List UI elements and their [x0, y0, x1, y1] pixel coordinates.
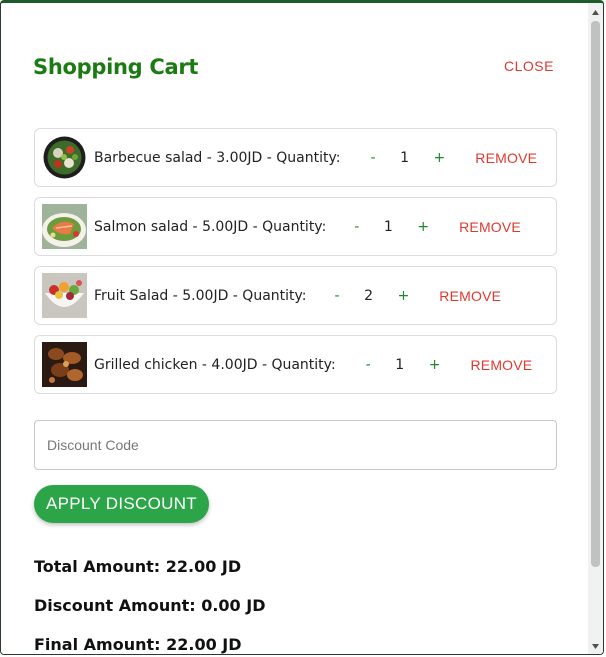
vertical-scrollbar[interactable] [588, 3, 603, 654]
increase-quantity-button[interactable]: + [392, 288, 416, 304]
scroll-down-arrow-icon[interactable] [588, 639, 603, 653]
item-quantity: 1 [383, 218, 393, 235]
cart-item-list: Barbecue salad - 3.00JD - Quantity: - 1 … [34, 128, 557, 404]
window-frame: Shopping Cart CLOSE Barbecue salad - 3.0… [0, 0, 604, 655]
discount-amount: Discount Amount: 0.00 JD [34, 596, 266, 615]
discount-code-input[interactable] [34, 420, 557, 470]
modal-title: Shopping Cart [33, 55, 199, 79]
remove-item-button[interactable]: REMOVE [459, 219, 521, 235]
remove-item-button[interactable]: REMOVE [439, 288, 501, 304]
decrease-quantity-button[interactable]: - [364, 150, 381, 166]
final-amount: Final Amount: 22.00 JD [34, 635, 242, 654]
item-quantity: 2 [364, 287, 374, 304]
decrease-quantity-button[interactable]: - [348, 219, 365, 235]
salmon-salad-image [42, 204, 87, 249]
item-quantity: 1 [400, 149, 409, 166]
total-amount: Total Amount: 22.00 JD [34, 557, 242, 576]
cart-item: Salmon salad - 5.00JD - Quantity: - 1 + … [34, 197, 557, 256]
decrease-quantity-button[interactable]: - [360, 357, 377, 373]
item-description: Grilled chicken - 4.00JD - Quantity: [94, 356, 336, 373]
remove-item-button[interactable]: REMOVE [475, 150, 537, 166]
increase-quantity-button[interactable]: + [428, 150, 452, 166]
increase-quantity-button[interactable]: + [423, 357, 447, 373]
decrease-quantity-button[interactable]: - [329, 288, 346, 304]
item-quantity: 1 [395, 356, 405, 373]
increase-quantity-button[interactable]: + [411, 219, 435, 235]
cart-item: Fruit Salad - 5.00JD - Quantity: - 2 + R… [34, 266, 557, 325]
apply-discount-button[interactable]: APPLY DISCOUNT [34, 485, 209, 523]
item-description: Fruit Salad - 5.00JD - Quantity: [94, 287, 307, 304]
cart-modal: Shopping Cart CLOSE Barbecue salad - 3.0… [1, 3, 587, 654]
grilled-chicken-image [42, 342, 87, 387]
item-description: Barbecue salad - 3.00JD - Quantity: [94, 149, 341, 166]
scrollbar-thumb[interactable] [591, 21, 600, 567]
remove-item-button[interactable]: REMOVE [470, 357, 532, 373]
cart-item: Grilled chicken - 4.00JD - Quantity: - 1… [34, 335, 557, 394]
barbecue-salad-image [42, 135, 87, 180]
cart-item: Barbecue salad - 3.00JD - Quantity: - 1 … [34, 128, 557, 187]
close-button[interactable]: CLOSE [504, 58, 554, 74]
item-description: Salmon salad - 5.00JD - Quantity: [94, 218, 327, 235]
fruit-salad-image [42, 273, 87, 318]
scroll-up-arrow-icon[interactable] [588, 5, 603, 19]
